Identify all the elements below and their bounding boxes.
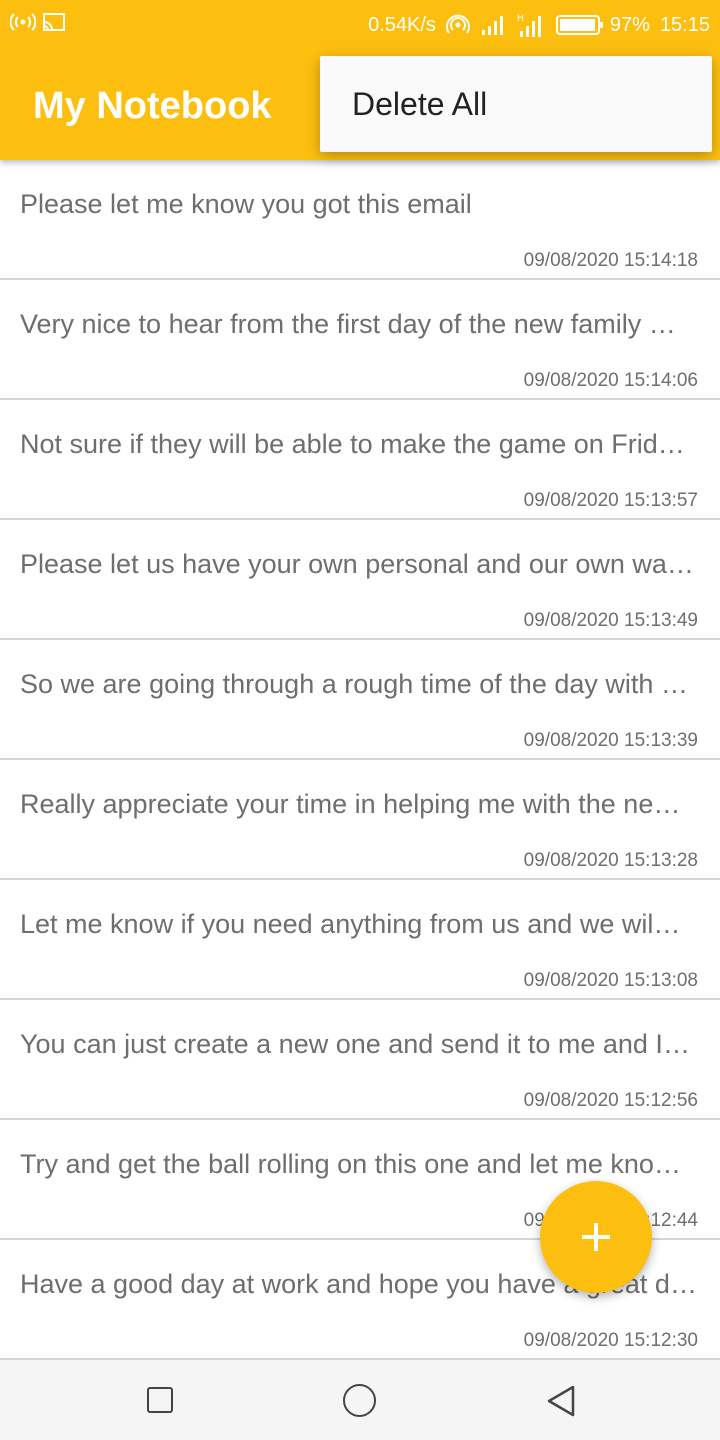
home-icon[interactable]: [343, 1384, 376, 1417]
battery-icon: [555, 15, 603, 35]
recents-icon[interactable]: [147, 1387, 173, 1413]
delete-all-menu-item[interactable]: Delete All: [352, 86, 487, 123]
overflow-menu: Delete All: [320, 56, 712, 152]
note-date: 09/08/2020 15:12:30: [523, 1330, 698, 1351]
note-text: Very nice to hear from the first day of …: [20, 309, 676, 339]
system-nav-bar: [0, 1360, 720, 1440]
note-item[interactable]: Very nice to hear from the first day of …: [0, 280, 720, 400]
note-item[interactable]: So we are going through a rough time of …: [0, 640, 720, 760]
note-item[interactable]: Let me know if you need anything from us…: [0, 880, 720, 1000]
note-date: 09/08/2020 15:14:18: [523, 250, 698, 271]
note-text: So we are going through a rough time of …: [20, 669, 688, 699]
status-left: [10, 12, 66, 32]
note-text: Not sure if they will be able to make th…: [20, 429, 685, 459]
clock: 15:15: [659, 14, 710, 36]
note-item[interactable]: Please let us have your own personal and…: [0, 520, 720, 640]
svg-text:H: H: [517, 14, 524, 24]
note-item[interactable]: Really appreciate your time in helping m…: [0, 760, 720, 880]
status-right: 0.54K/s H 97% 15:15: [368, 12, 710, 38]
note-date: 09/08/2020 15:13:57: [523, 490, 698, 511]
note-date: 09/08/2020 15:12:56: [523, 1090, 698, 1111]
signal-h-icon: H: [517, 14, 541, 37]
note-item[interactable]: You can just create a new one and send i…: [0, 1000, 720, 1120]
note-text: Please let us have your own personal and…: [20, 549, 694, 579]
note-date: 09/08/2020 15:13:49: [523, 610, 698, 631]
note-text: Please let me know you got this email: [20, 189, 472, 219]
note-date: 09/08/2020 15:14:06: [523, 370, 698, 391]
battery-level: 97%: [609, 14, 650, 36]
note-text: Let me know if you need anything from us…: [20, 909, 681, 939]
app-title: My Notebook: [33, 85, 272, 127]
note-item[interactable]: Not sure if they will be able to make th…: [0, 400, 720, 520]
plus-icon: [582, 1223, 610, 1251]
screencast-icon: [43, 13, 65, 31]
note-date: 09/08/2020 15:13:08: [523, 970, 698, 991]
note-item[interactable]: Please let me know you got this email 09…: [0, 160, 720, 280]
hotspot-signal-icon: [445, 14, 470, 34]
status-bar: 0.54K/s H 97% 15:15: [0, 0, 720, 50]
signal-icon: [481, 16, 503, 35]
add-note-button[interactable]: [540, 1181, 652, 1293]
network-speed: 0.54K/s: [368, 14, 436, 36]
note-text: You can just create a new one and send i…: [20, 1029, 690, 1059]
note-date: 09/08/2020 15:13:28: [523, 850, 698, 871]
notes-list: Please let me know you got this email 09…: [0, 160, 720, 1360]
note-text: Try and get the ball rolling on this one…: [20, 1149, 681, 1179]
hotspot-icon: [10, 13, 36, 31]
note-text: Really appreciate your time in helping m…: [20, 789, 681, 819]
note-date: 09/08/2020 15:13:39: [523, 730, 698, 751]
back-icon[interactable]: [545, 1384, 577, 1418]
